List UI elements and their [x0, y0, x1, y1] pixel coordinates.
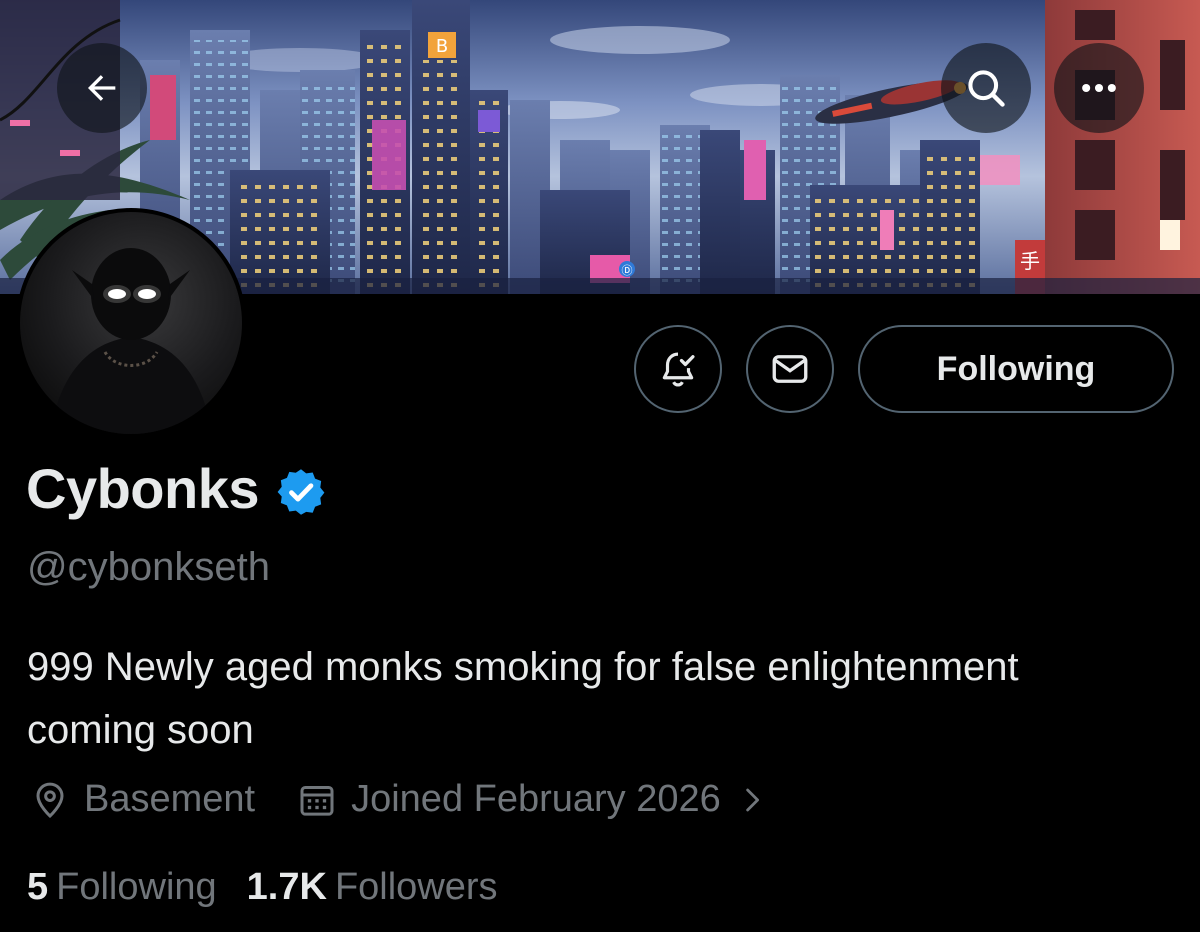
location-text: Basement	[84, 778, 256, 820]
verified-badge-icon[interactable]	[275, 466, 327, 518]
following-count: 5	[27, 866, 49, 908]
profile-bio: 999 Newly aged monks smoking for false e…	[27, 645, 1019, 752]
location-item: Basement	[30, 778, 255, 821]
following-label: Following	[56, 866, 217, 908]
profile-avatar[interactable]	[16, 208, 246, 438]
display-name-row: Cybonks	[26, 456, 327, 521]
calendar-icon	[300, 785, 334, 816]
envelope-icon	[772, 355, 808, 383]
search-icon	[968, 70, 1005, 107]
arrow-left-icon	[88, 75, 116, 101]
bell-check-icon	[662, 352, 695, 387]
joined-item[interactable]: Joined February 2026	[297, 778, 781, 821]
location-pin-icon	[36, 782, 64, 818]
profile-meta: Basement Joined February 2026	[30, 778, 781, 821]
profile-stats: 5 Following 1.7K Followers	[27, 866, 498, 909]
following-stat-link[interactable]: 5 Following	[27, 866, 217, 909]
followers-label: Followers	[334, 866, 498, 908]
banner-sign-d: Ⓓ	[622, 264, 633, 277]
following-button-label: Following	[936, 349, 1096, 388]
followers-stat-link[interactable]: 1.7K Followers	[247, 866, 498, 909]
message-button[interactable]	[746, 325, 834, 413]
display-name: Cybonks	[26, 457, 260, 520]
avatar-monk-image	[20, 212, 242, 434]
followers-count: 1.7K	[246, 866, 327, 908]
profile-handle: @cybonkseth	[27, 545, 270, 589]
search-button[interactable]	[941, 43, 1031, 133]
chevron-right-icon	[746, 788, 759, 811]
banner-sign-b: B	[436, 36, 448, 57]
more-options-button[interactable]	[1054, 43, 1144, 133]
more-horizontal-icon	[1082, 83, 1116, 93]
notifications-button[interactable]	[634, 325, 722, 413]
following-button[interactable]: Following	[858, 325, 1174, 413]
joined-text: Joined February 2026	[351, 778, 721, 820]
banner-sign-kanji: 手	[1020, 249, 1040, 273]
back-button[interactable]	[57, 43, 147, 133]
